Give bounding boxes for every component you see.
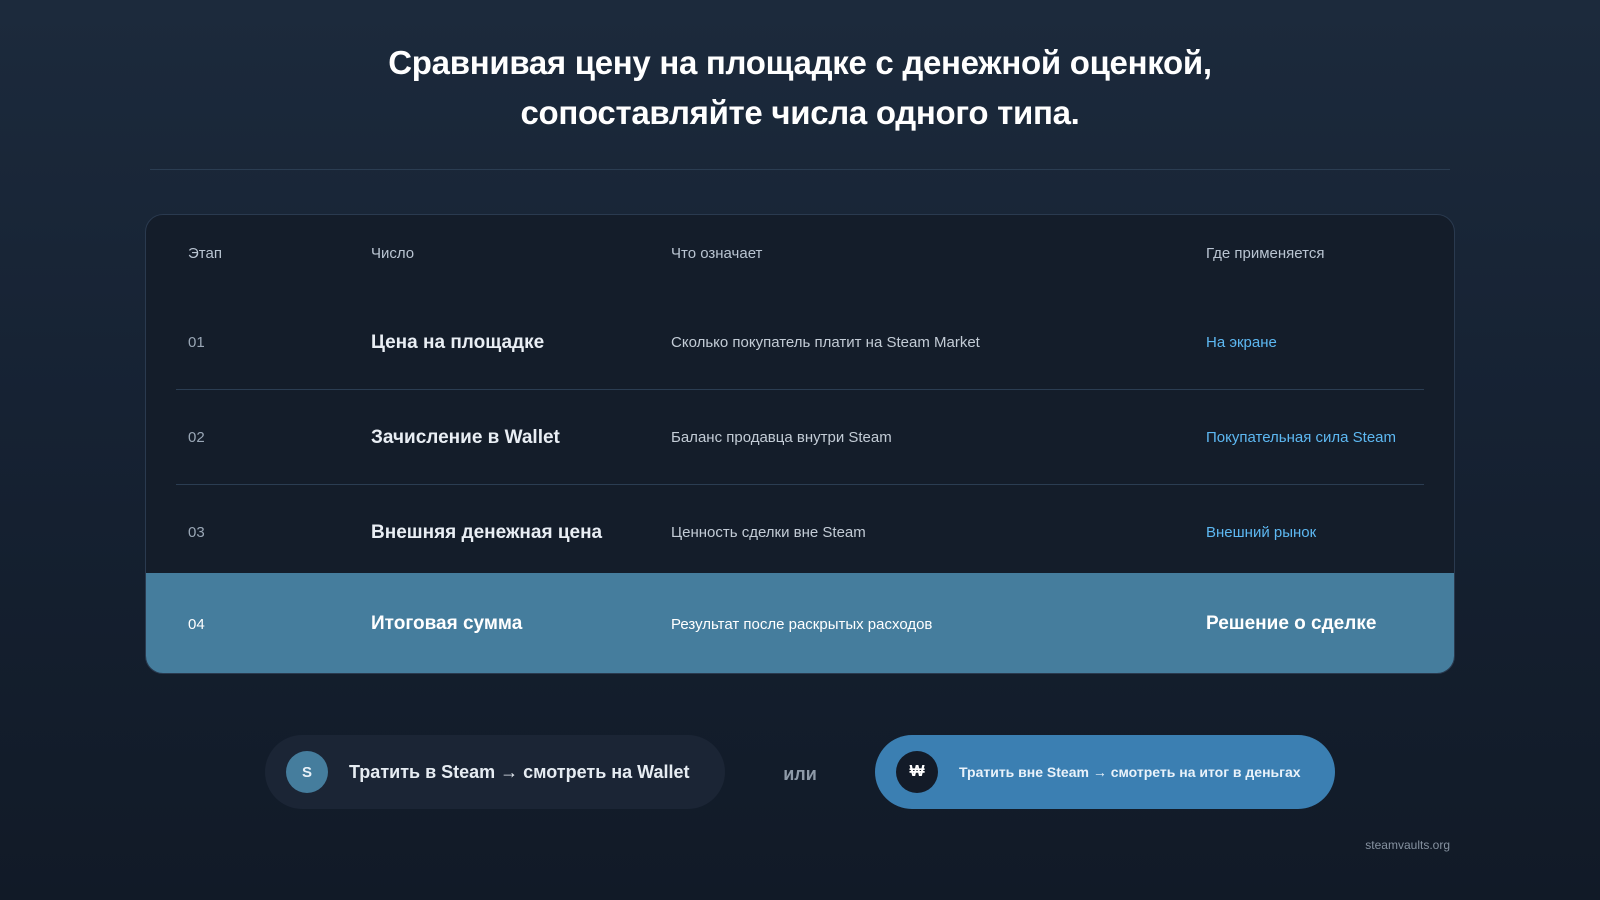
header-where: Где применяется [1206, 245, 1325, 262]
header-meaning: Что означает [671, 245, 763, 262]
footer-site-link[interactable]: steamvaults.org [1365, 838, 1450, 852]
row-meaning: Результат после раскрытых расходов [671, 615, 933, 633]
header-number: Число [371, 245, 415, 262]
row-meaning: Ценность сделки вне Steam [671, 524, 866, 541]
table-row: 01 Цена на площадке Сколько покупатель п… [146, 295, 1454, 390]
comparison-table: Этап Число Что означает Где применяется … [145, 214, 1455, 674]
table-row-highlighted: 04 Итоговая сумма Результат после раскры… [146, 573, 1454, 673]
row-meaning: Баланс продавца внутри Steam [671, 429, 892, 446]
row-meaning: Сколько покупатель платит на Steam Marke… [671, 334, 980, 351]
row-step: 02 [188, 429, 205, 446]
row-step: 04 [188, 615, 205, 633]
currency-badge-icon: ₩ [896, 751, 938, 793]
header-divider [150, 169, 1450, 170]
table-row: 03 Внешняя денежная цена Ценность сделки… [146, 485, 1454, 580]
steam-badge-icon: S [286, 751, 328, 793]
spend-outside-steam-label: Тратить вне Steam → смотреть на итог в д… [959, 764, 1301, 780]
row-step: 03 [188, 524, 205, 541]
row-where-link[interactable]: Внешний рынок [1206, 485, 1316, 580]
table-header: Этап Число Что означает Где применяется [146, 215, 1454, 295]
row-number: Цена на площадке [371, 331, 545, 353]
row-where: Решение о сделке [1206, 613, 1377, 634]
page-title-line-2: сопоставляйте числа одного типа. [520, 94, 1080, 131]
row-number: Внешняя денежная цена [371, 521, 603, 543]
page-title-line-1: Сравнивая цену на площадке с денежной оц… [388, 44, 1212, 81]
row-where-link[interactable]: На экране [1206, 295, 1277, 390]
row-number: Итоговая сумма [371, 613, 523, 634]
header-step: Этап [188, 245, 222, 262]
or-separator: или [783, 764, 817, 784]
spend-in-steam-option[interactable]: S Тратить в Steam → смотреть на Wallet [265, 735, 725, 809]
spend-in-steam-label: Тратить в Steam → смотреть на Wallet [349, 761, 690, 782]
spend-outside-steam-option[interactable]: ₩ Тратить вне Steam → смотреть на итог в… [875, 735, 1335, 809]
row-step: 01 [188, 334, 205, 351]
table-row: 02 Зачисление в Wallet Баланс продавца в… [146, 390, 1454, 485]
row-where-link[interactable]: Покупательная сила Steam [1206, 390, 1396, 485]
row-number: Зачисление в Wallet [371, 426, 560, 448]
page-title: Сравнивая цену на площадке с денежной оц… [0, 38, 1600, 138]
